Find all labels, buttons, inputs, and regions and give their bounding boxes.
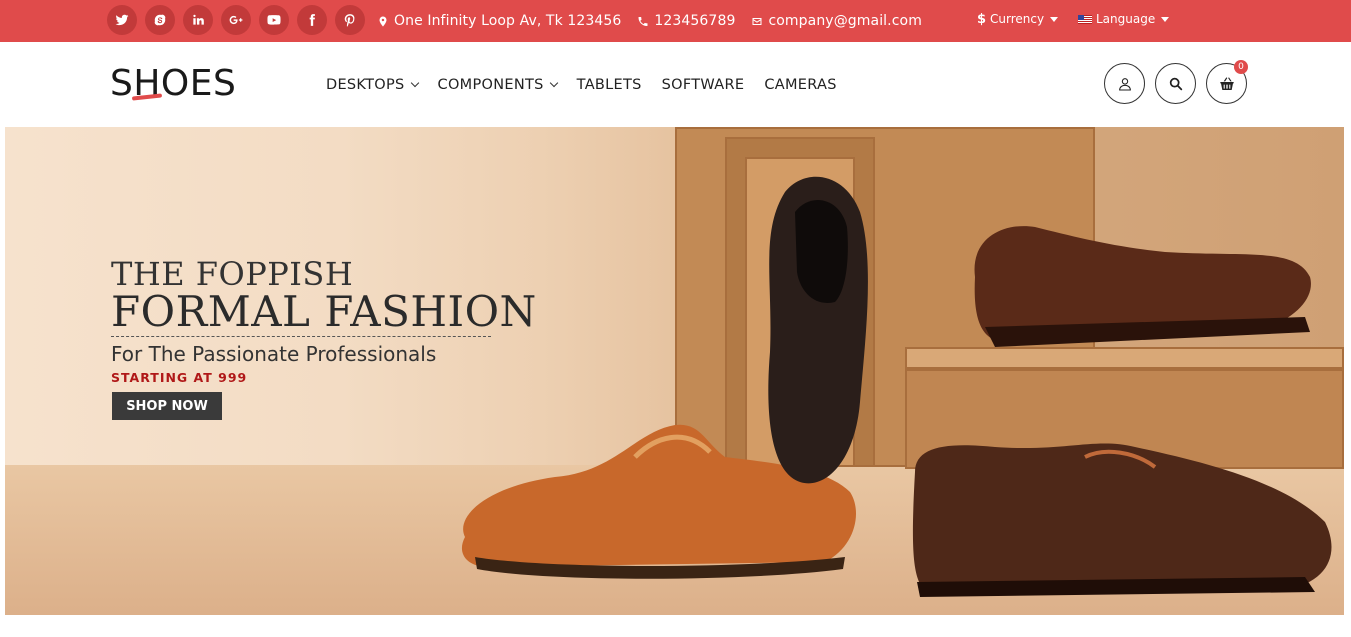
cart-button[interactable]: 0 [1206, 60, 1248, 104]
currency-label: Currency [990, 12, 1045, 26]
shop-now-button[interactable]: SHOP NOW [112, 392, 222, 420]
cart-count-badge: 0 [1234, 60, 1248, 74]
basket-icon [1219, 76, 1234, 90]
nav-item-label: DESKTOPS [326, 76, 405, 93]
social-links [107, 5, 365, 35]
nav-item-cameras[interactable]: CAMERAS [764, 77, 836, 93]
map-marker-icon [379, 16, 387, 26]
search-button[interactable] [1155, 63, 1196, 104]
pinterest-icon[interactable] [335, 5, 365, 35]
banner-subtitle: For The Passionate Professionals [111, 342, 437, 366]
user-icon [1118, 77, 1131, 91]
shoe-black-loafer [768, 176, 868, 484]
header-actions: 0 [1104, 60, 1248, 104]
nav-item-desktops[interactable]: DESKTOPS [326, 76, 419, 93]
banner-title-line2: FORMAL FASHION [111, 287, 537, 336]
phone-icon [638, 16, 648, 26]
chevron-down-icon [549, 78, 558, 88]
currency-dropdown[interactable]: $ Currency [977, 0, 1059, 38]
twitter-icon[interactable] [107, 5, 137, 35]
nav-item-label: TABLETS [576, 76, 642, 93]
shoe-brown-oxford [912, 443, 1332, 597]
language-dropdown[interactable]: Language [1078, 0, 1170, 38]
facebook-icon[interactable] [297, 5, 327, 35]
nav-item-tablets[interactable]: TABLETS [577, 77, 642, 93]
envelope-icon [752, 17, 762, 25]
account-button[interactable] [1104, 63, 1145, 104]
nav-item-label: CAMERAS [764, 76, 837, 93]
banner-price-label: STARTING AT 999 [111, 370, 248, 385]
address-item: One Infinity Loop Av, Tk 123456 [377, 13, 621, 29]
main-nav: DESKTOPS COMPONENTS TABLETS SOFTWARE CAM… [326, 42, 837, 127]
skype-icon[interactable] [145, 5, 175, 35]
email-item[interactable]: company@gmail.com [751, 13, 922, 29]
nav-item-label: SOFTWARE [661, 76, 745, 93]
caret-down-icon [1161, 16, 1170, 22]
phone-item: 123456789 [637, 13, 735, 29]
language-label: Language [1096, 12, 1156, 26]
caret-down-icon [1050, 16, 1059, 22]
youtube-icon[interactable] [259, 5, 289, 35]
google-plus-icon[interactable] [221, 5, 251, 35]
currency-symbol: $ [977, 11, 987, 27]
phone-text: 123456789 [654, 13, 736, 29]
linkedin-icon[interactable] [183, 5, 213, 35]
hero-banner: THE FOPPISH FORMAL FASHION For The Passi… [5, 127, 1344, 615]
contact-info: One Infinity Loop Av, Tk 123456 12345678… [377, 0, 922, 42]
top-bar: One Infinity Loop Av, Tk 123456 12345678… [0, 0, 1351, 42]
flag-icon [1078, 14, 1092, 24]
site-logo[interactable]: SHOES [110, 64, 236, 104]
email-text[interactable]: company@gmail.com [768, 13, 921, 29]
shoe-brown-loafer [974, 226, 1311, 347]
nav-item-components[interactable]: COMPONENTS [437, 76, 558, 93]
nav-item-software[interactable]: SOFTWARE [662, 77, 745, 93]
main-header: SHOES DESKTOPS COMPONENTS TABLETS SOFTWA… [0, 42, 1351, 127]
logo-text: SHOES [110, 63, 237, 104]
banner-divider [111, 336, 491, 337]
nav-item-label: COMPONENTS [437, 76, 544, 93]
address-text: One Infinity Loop Av, Tk 123456 [394, 13, 622, 29]
chevron-down-icon [410, 78, 419, 88]
search-icon [1169, 77, 1182, 90]
